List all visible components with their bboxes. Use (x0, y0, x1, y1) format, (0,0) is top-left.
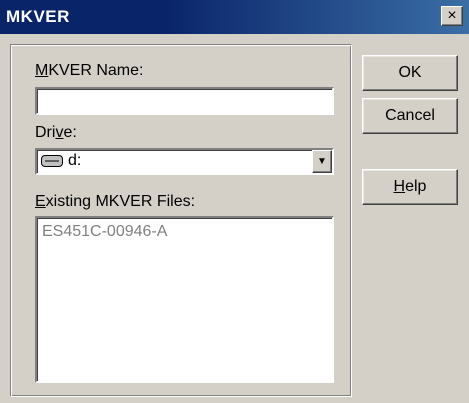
close-icon: × (447, 7, 457, 24)
help-button[interactable]: Help (362, 169, 458, 205)
existing-files-list[interactable]: ES451C-00946-A (35, 216, 334, 383)
close-button[interactable]: × (441, 6, 463, 26)
drive-select[interactable]: d: ▼ (35, 148, 334, 175)
drive-label: Drive: (35, 124, 77, 141)
title-bar[interactable]: MKVER × (0, 0, 469, 34)
existing-files-label: Existing MKVER Files: (35, 193, 196, 210)
drive-icon (41, 155, 63, 167)
mkver-name-input[interactable] (35, 87, 334, 115)
drive-value: d: (68, 152, 82, 169)
chevron-down-icon: ▼ (317, 156, 327, 167)
mkver-dialog: MKVER × MKVER Name: Drive: d: ▼ Existing… (0, 0, 469, 403)
window-title: MKVER (6, 7, 70, 26)
mkver-name-label: MKVER Name: (35, 62, 144, 79)
dropdown-button[interactable]: ▼ (312, 150, 332, 173)
cancel-button[interactable]: Cancel (362, 98, 458, 134)
ok-button[interactable]: OK (362, 55, 458, 91)
list-item[interactable]: ES451C-00946-A (42, 223, 167, 241)
